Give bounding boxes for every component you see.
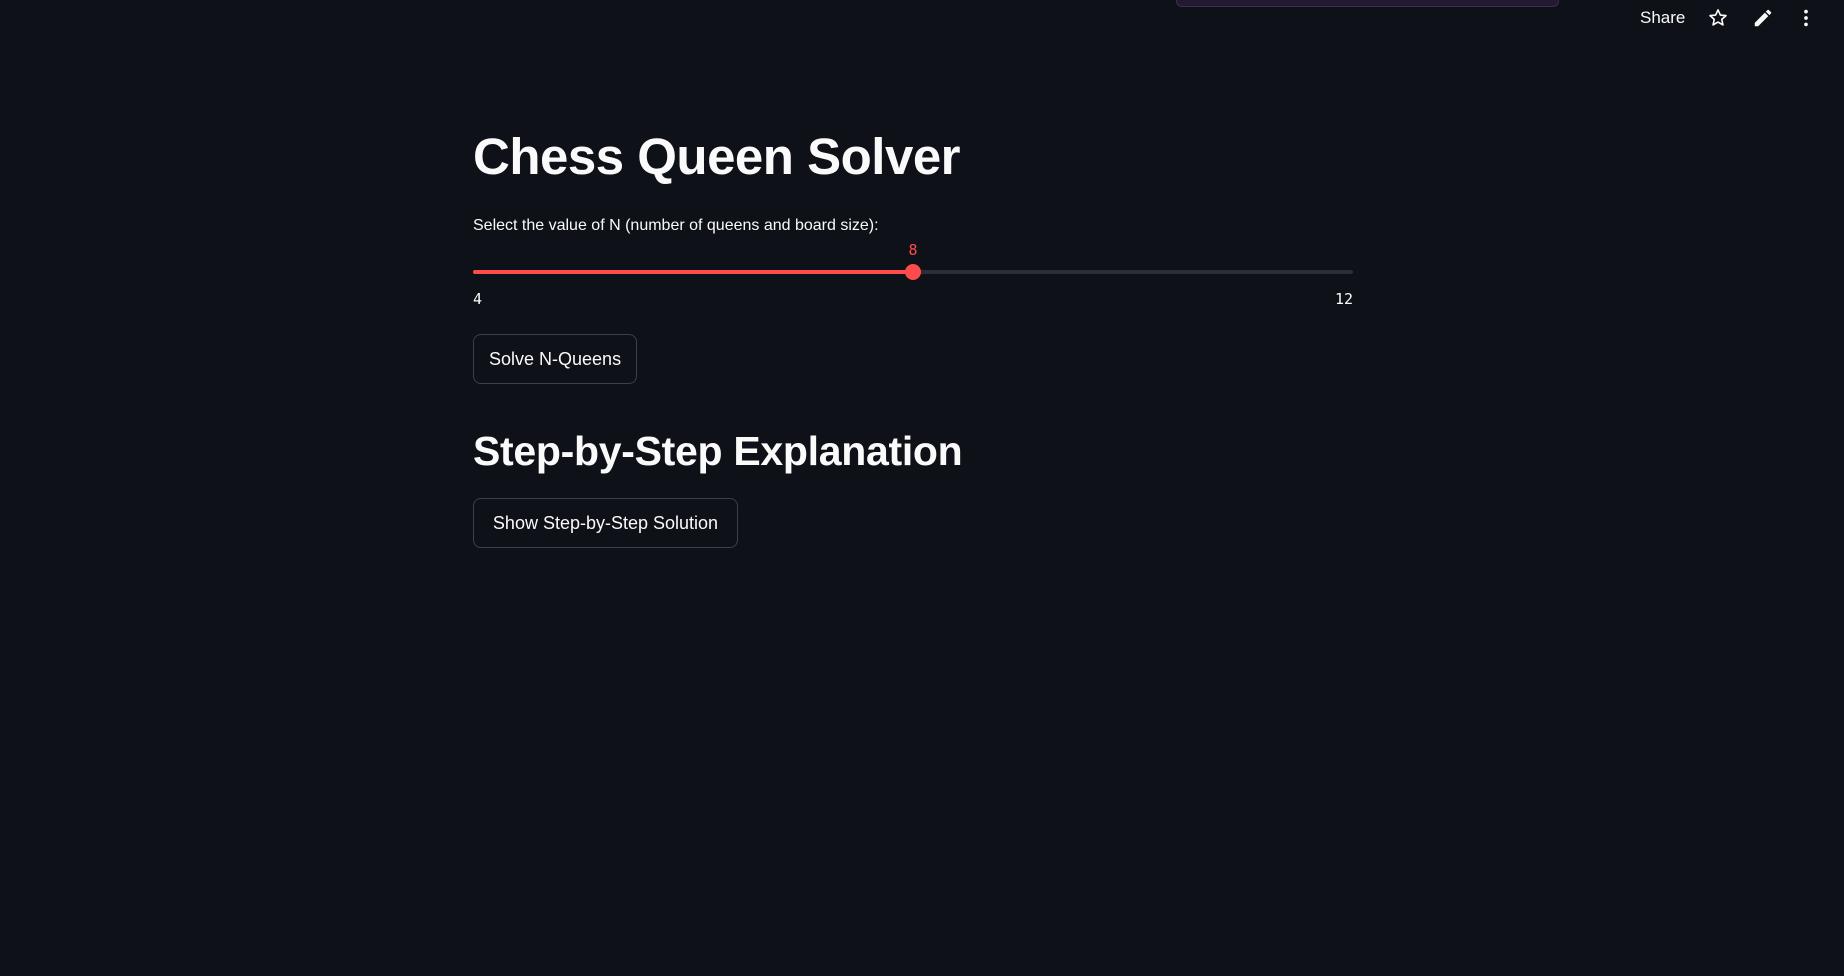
slider-label: Select the value of N (number of queens … xyxy=(473,217,879,234)
share-button[interactable]: Share xyxy=(1640,7,1685,29)
n-slider[interactable]: 8 4 12 xyxy=(473,240,1353,312)
slider-fill xyxy=(473,270,913,274)
more-vertical-icon[interactable] xyxy=(1794,6,1818,30)
solve-n-queens-button[interactable]: Solve N-Queens xyxy=(473,334,637,384)
page-title: Chess Queen Solver xyxy=(473,128,961,185)
section-title: Step-by-Step Explanation xyxy=(473,428,963,474)
star-icon[interactable] xyxy=(1706,6,1730,30)
show-step-by-step-button[interactable]: Show Step-by-Step Solution xyxy=(473,498,738,548)
slider-max-label: 12 xyxy=(1334,290,1353,308)
app-page: Share Chess Queen Solver Select the valu… xyxy=(0,0,1844,976)
slider-thumb[interactable] xyxy=(905,264,921,280)
top-decoration-bar xyxy=(1176,0,1559,7)
slider-current-value: 8 xyxy=(908,241,918,259)
slider-min-label: 4 xyxy=(473,290,483,308)
pencil-icon[interactable] xyxy=(1751,6,1775,30)
